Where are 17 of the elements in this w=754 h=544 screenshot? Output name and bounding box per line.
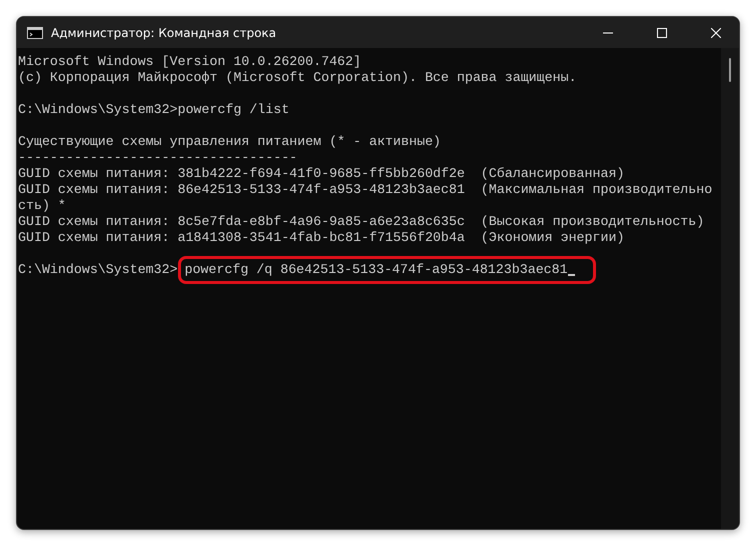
console-output-line: (c) Корпорация Майкрософт (Microsoft Corporation). Все права защищены. [18, 70, 577, 85]
command-prompt: C:\Windows\System32> [18, 262, 178, 278]
console-output-line: GUID схемы питания: 86e42513-5133-474f-a953-48123b3aec81 (Максимальная производительно [18, 182, 712, 197]
console-output-line: GUID схемы питания: a1841308-3541-4fab-bc81-f71556f20b4a (Экономия энергии) [18, 230, 624, 245]
maximize-icon [657, 28, 667, 38]
highlighted-command: powercfg /q 86e42513-5133-474f-a953-48123b3aec81 [178, 256, 596, 284]
console-output-line: сть) * [18, 198, 66, 213]
close-icon [711, 28, 721, 38]
console-output-line: Microsoft Windows [Version 10.0.26200.7462] [18, 54, 362, 69]
console-output-line: C:\Windows\System32>powercfg /list [18, 102, 290, 117]
console-output-line: ----------------------------------- [18, 150, 298, 165]
console-output-line: GUID схемы питания: 381b4222-f694-41f0-9685-ff5bb260df2e (Сбалансированная) [18, 166, 624, 181]
console-output-line: Существующие схемы управления питанием (* - активные) [18, 134, 441, 149]
console-output-line: GUID схемы питания: 8c5e7fda-e8bf-4a96-9a85-a6e23a8c635c (Высокая производительность) [18, 214, 704, 229]
console-app-icon [27, 26, 43, 38]
window-title: Администратор: Командная строка [51, 26, 278, 40]
scrollbar[interactable] [721, 48, 739, 529]
